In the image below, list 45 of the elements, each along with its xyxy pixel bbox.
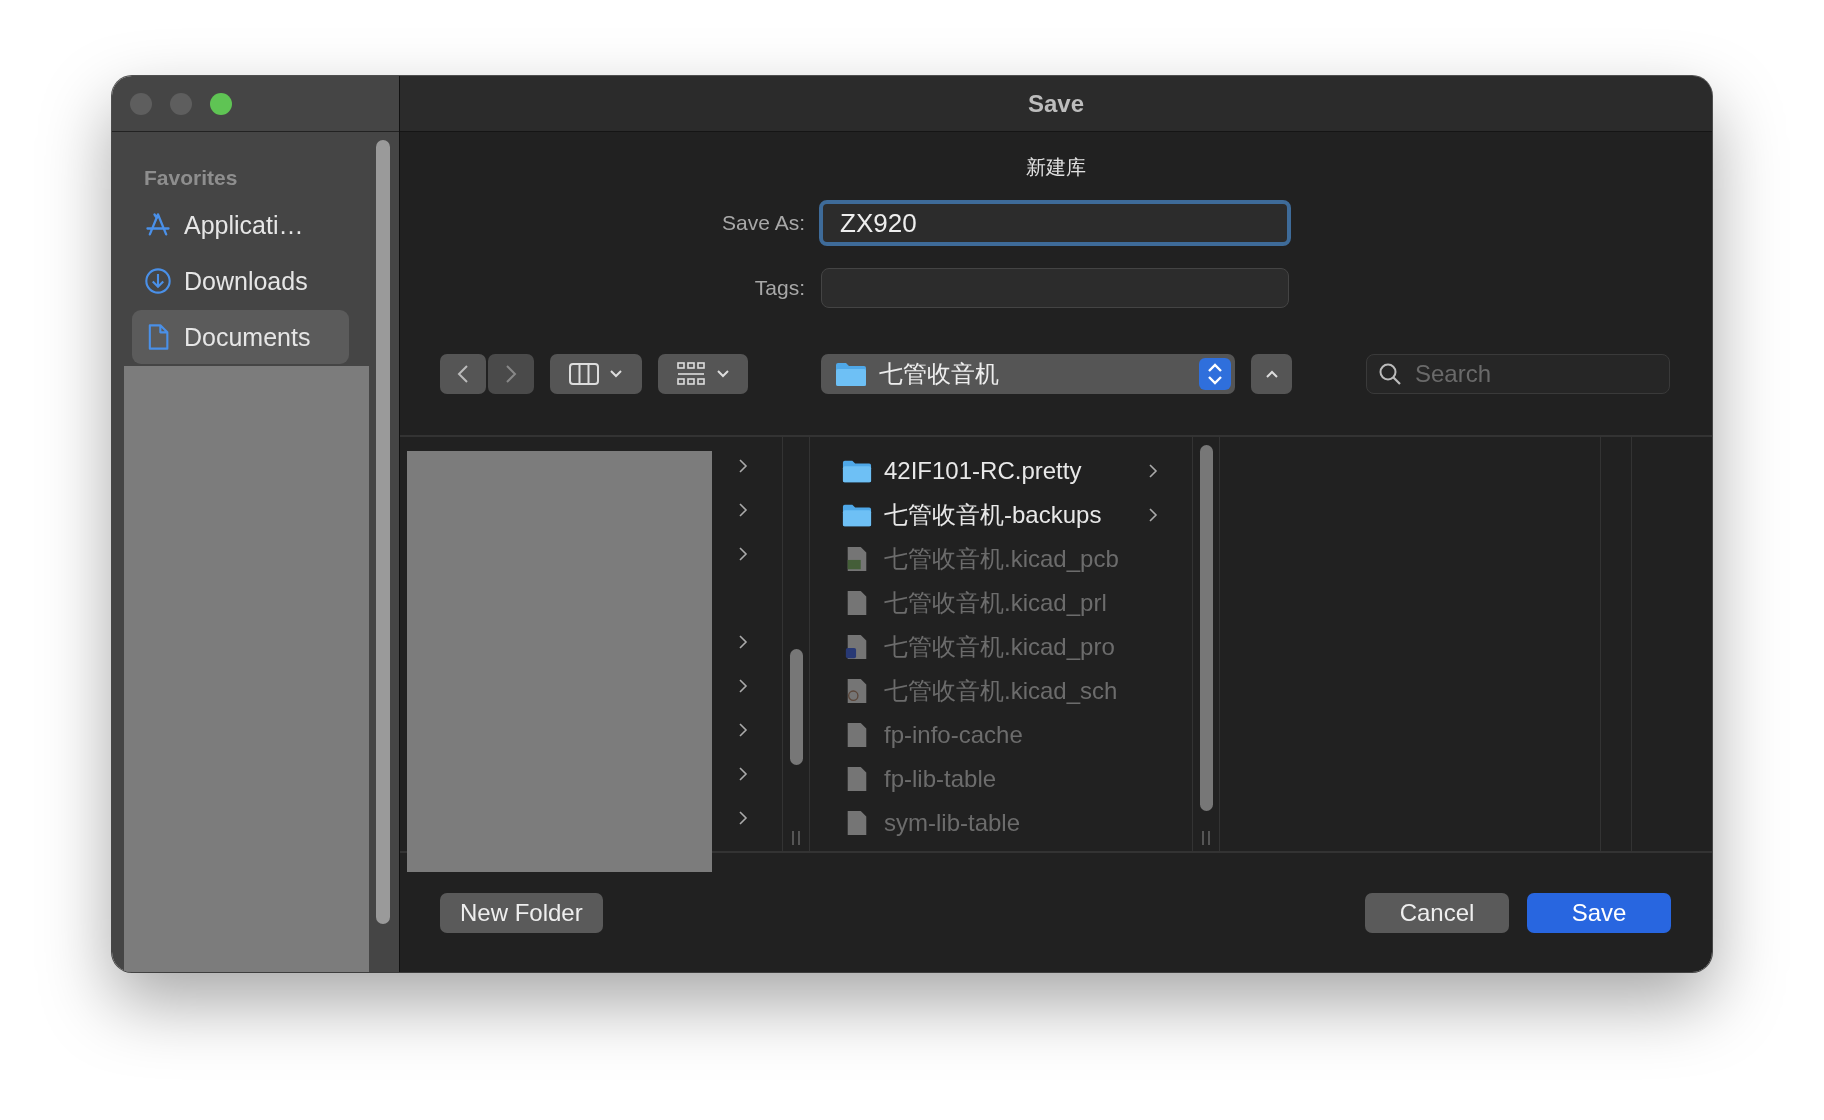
chevron-right-icon	[1148, 507, 1158, 523]
forward-button[interactable]	[488, 354, 534, 394]
save-as-field[interactable]: ZX920	[819, 200, 1291, 246]
folder-icon	[835, 361, 867, 387]
back-button[interactable]	[440, 354, 486, 394]
column-resize-handle[interactable]	[1202, 831, 1210, 845]
zoom-window-button[interactable]	[210, 92, 232, 115]
location-popup[interactable]: 七管收音机	[821, 354, 1235, 394]
folder-icon	[842, 502, 872, 528]
columns-icon	[569, 362, 599, 386]
save-button[interactable]: Save	[1527, 892, 1671, 933]
parent-folder-button[interactable]	[1251, 354, 1292, 394]
search-field[interactable]: Search	[1366, 354, 1670, 394]
field-label: Tags:	[753, 276, 805, 300]
scrollbar[interactable]	[376, 140, 390, 924]
cancel-button[interactable]: Cancel	[1365, 892, 1509, 933]
chevron-down-icon	[716, 369, 730, 379]
column-resize-handle[interactable]	[792, 831, 800, 845]
sidebar-item[interactable]: Downloads	[132, 254, 349, 308]
view-mode-button[interactable]	[550, 354, 642, 394]
window-title: Save	[1027, 89, 1085, 118]
folder-icon	[842, 458, 872, 484]
file-item[interactable]: 42IF101-RC.pretty	[810, 449, 1192, 493]
scrollbar-thumb[interactable]	[1200, 445, 1213, 811]
search-icon	[1378, 362, 1402, 386]
minimize-window-button[interactable]	[170, 92, 192, 115]
grid-icon	[676, 362, 706, 386]
stepper-icon	[1199, 358, 1231, 390]
group-button[interactable]	[658, 354, 748, 394]
dialog-subtitle: 新建库	[1025, 155, 1087, 176]
scrollbar-thumb[interactable]	[790, 649, 803, 765]
chevron-right-icon	[505, 364, 517, 384]
tags-field[interactable]	[821, 268, 1289, 308]
close-window-button[interactable]	[130, 92, 152, 115]
file-item[interactable]: 七管收音机-backups	[810, 493, 1192, 537]
chevron-down-icon	[609, 369, 623, 379]
chevron-right-icon	[1148, 463, 1158, 479]
new-folder-button[interactable]: New Folder	[440, 892, 603, 933]
field-label: Save As:	[721, 211, 805, 235]
chevron-left-icon	[457, 364, 469, 384]
sidebar-item[interactable]: Documents	[132, 310, 349, 364]
chevron-up-icon	[1264, 369, 1279, 379]
sidebar-item[interactable]: Applicati…	[132, 198, 349, 252]
download-icon	[144, 267, 172, 295]
sidebar-section-title: Favorites	[143, 165, 239, 191]
